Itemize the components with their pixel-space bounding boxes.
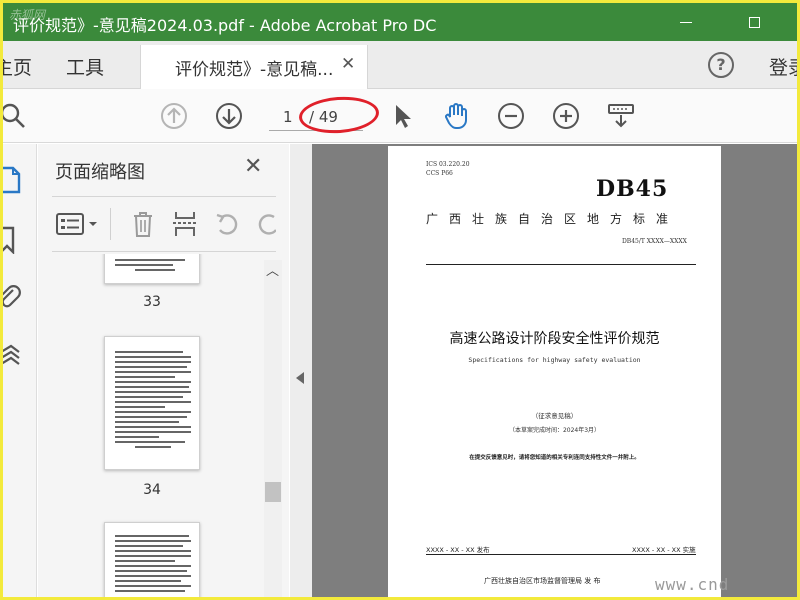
zoom-out-icon[interactable] xyxy=(497,102,525,130)
doc-issue-date: XXXX - XX - XX 发布 xyxy=(426,546,490,554)
collapse-arrow-icon xyxy=(296,372,304,384)
acrobat-window: 赤狐网 评价规范》-意见稿2024.03.pdf - Adobe Acrobat… xyxy=(3,3,797,597)
thumbnail-number: 34 xyxy=(143,482,161,498)
bookmarks-icon[interactable] xyxy=(3,226,19,254)
rotate-right-icon[interactable] xyxy=(256,211,276,237)
scrollbar-thumb[interactable] xyxy=(265,482,281,502)
doc-ics: ICS 03.220.20 xyxy=(426,161,470,168)
panel-title: 页面缩略图 xyxy=(55,162,145,183)
doc-title: 高速公路设计阶段安全性评价规范 xyxy=(449,331,660,347)
divider xyxy=(426,554,696,555)
divider xyxy=(52,196,276,197)
divider xyxy=(52,251,276,252)
doc-ccs: CCS P66 xyxy=(426,170,453,177)
attachments-icon[interactable] xyxy=(3,284,21,312)
page-thumbnail-34[interactable] xyxy=(104,336,200,470)
previous-page-icon[interactable] xyxy=(160,102,188,130)
doc-draft-label: （征求意见稿） xyxy=(531,412,578,420)
layers-icon[interactable] xyxy=(3,344,21,372)
minimize-button[interactable] xyxy=(663,3,709,41)
next-page-icon[interactable] xyxy=(215,102,243,130)
document-tab[interactable]: 评价规范》-意见稿... ✕ xyxy=(140,45,368,89)
divider xyxy=(426,264,696,265)
help-icon[interactable]: ? xyxy=(708,52,734,78)
doc-patent-note: 在提交反馈意见时，请将您知道的相关专利连同支持性文件一并附上。 xyxy=(469,455,640,461)
panel-collapse-handle[interactable] xyxy=(290,144,312,597)
maximize-button[interactable] xyxy=(731,3,777,41)
minimize-icon xyxy=(680,21,692,23)
scroll-up-icon[interactable]: ︿ xyxy=(266,260,279,279)
panel-toolbar xyxy=(38,198,289,250)
page-thumbnail-35[interactable] xyxy=(104,522,200,597)
delete-page-icon[interactable] xyxy=(131,210,155,238)
zoom-in-icon[interactable] xyxy=(552,102,580,130)
doc-publisher: 广西壮族自治区市场监督管理局 发 布 xyxy=(484,577,601,585)
document-tab-label: 评价规范》-意见稿... xyxy=(175,60,334,80)
maximize-icon xyxy=(748,16,760,28)
scroll-mode-icon[interactable] xyxy=(607,102,635,130)
thumbnails-panel: 页面缩略图 ✕ 33 34 ︿ xyxy=(38,144,289,597)
page-thumbnail-33[interactable] xyxy=(104,254,200,284)
thumbnail-list: 33 34 xyxy=(38,254,264,597)
pdf-page: ICS 03.220.20 CCS P66 DB45 广西壮族自治区地方标准 D… xyxy=(388,146,721,597)
doc-standard-code: DB45/T XXXX—XXXX xyxy=(622,238,687,245)
toolbar: 1 / 49 xyxy=(3,89,797,143)
search-icon[interactable] xyxy=(3,102,27,130)
doc-draft-date: （本草案完成时间：2024年3月） xyxy=(508,427,601,434)
rotate-left-icon[interactable] xyxy=(214,211,240,237)
page-watermark: www.cnd xyxy=(655,575,730,594)
navigation-rail xyxy=(3,144,37,597)
doc-db-code: DB45 xyxy=(596,176,669,202)
home-tab[interactable]: 主页 xyxy=(3,53,32,80)
thumbnail-options-icon[interactable] xyxy=(56,212,100,236)
thumbnail-number: 33 xyxy=(143,294,161,310)
select-cursor-icon[interactable] xyxy=(389,102,417,130)
current-page-input[interactable]: 1 xyxy=(283,108,293,126)
thumbnail-scrollbar[interactable]: ︿ xyxy=(264,260,282,597)
signin-button[interactable]: 登录 xyxy=(769,53,797,80)
menu-row: 主页 工具 评价规范》-意见稿... ✕ ? 登录 xyxy=(3,41,797,89)
page-thumbnails-icon[interactable] xyxy=(3,166,21,194)
hand-tool-icon[interactable] xyxy=(442,102,470,130)
title-bar: 赤狐网 评价规范》-意见稿2024.03.pdf - Adobe Acrobat… xyxy=(3,3,797,41)
doc-subtitle: Specifications for highway safety evalua… xyxy=(468,356,641,364)
doc-classification: ICS 03.220.20 CCS P66 xyxy=(426,160,470,178)
extract-page-icon[interactable] xyxy=(172,210,198,238)
close-tab-icon[interactable]: ✕ xyxy=(341,54,355,74)
document-viewer[interactable]: ICS 03.220.20 CCS P66 DB45 广西壮族自治区地方标准 D… xyxy=(312,144,797,597)
panel-close-icon[interactable]: ✕ xyxy=(244,154,262,179)
tool-divider xyxy=(110,208,111,240)
doc-implementation-date: XXXX - XX - XX 实施 xyxy=(632,546,696,554)
tools-tab[interactable]: 工具 xyxy=(66,53,104,80)
doc-standard-type: 广西壮族自治区地方标准 xyxy=(426,212,680,226)
window-title: 评价规范》-意见稿2024.03.pdf - Adobe Acrobat Pro… xyxy=(13,16,437,35)
